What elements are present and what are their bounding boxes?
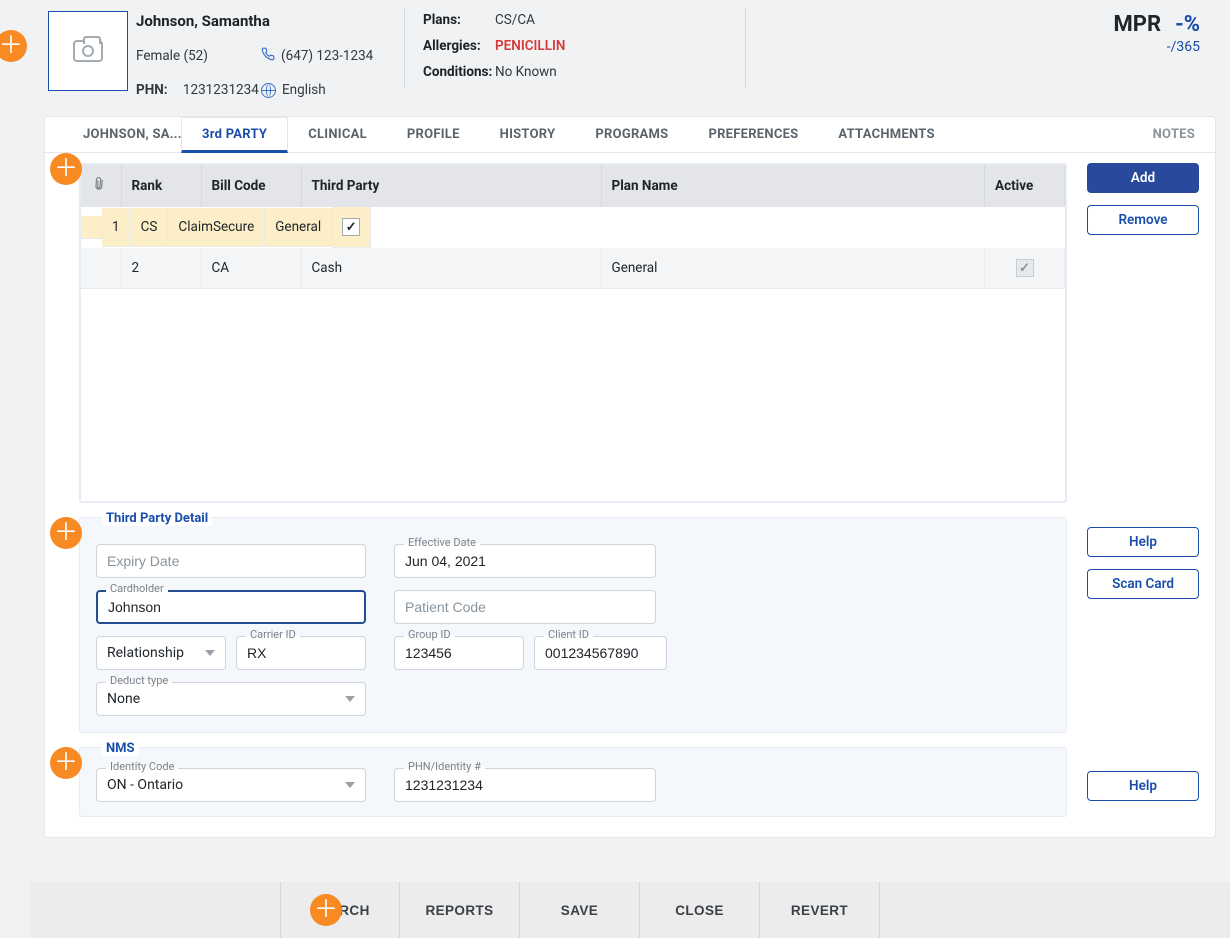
effective-date-field[interactable]: Effective Date	[394, 544, 656, 578]
client-id-field[interactable]: Client ID	[534, 636, 667, 670]
help-button[interactable]: Help	[1087, 771, 1199, 801]
tab-patient[interactable]: JOHNSON, SA...	[63, 117, 181, 152]
divider	[404, 8, 405, 88]
col-attachment	[81, 165, 121, 207]
patient-plans: Plans:CS/CA	[423, 12, 565, 28]
cell-billcode: CA	[201, 248, 301, 289]
cell-rank: 1	[102, 208, 131, 247]
patient-allergies: Allergies:PENICILLIN	[423, 38, 565, 54]
table-row[interactable]: 2 CA Cash General ✓	[81, 248, 1065, 289]
tab-notes[interactable]: NOTES	[1133, 117, 1215, 152]
deduct-type-select[interactable]: Deduct type None	[96, 682, 366, 716]
plus-icon-detail[interactable]: ＋	[50, 517, 82, 549]
third-party-detail-section: Third Party Detail Effective Date Cardho…	[79, 517, 1067, 733]
carrier-id-field[interactable]: Carrier ID	[236, 636, 366, 670]
phone-icon	[261, 47, 275, 65]
patient-header: Johnson, Samantha Female (52) (647) 123-…	[44, 8, 1230, 102]
chevron-down-icon	[345, 782, 355, 788]
phn-identity-field[interactable]: PHN/Identity #	[394, 768, 656, 802]
plus-icon-bottom[interactable]: ＋	[310, 894, 342, 926]
expiry-date-field[interactable]	[96, 544, 366, 578]
col-billcode[interactable]: Bill Code	[201, 165, 301, 207]
patient-photo-placeholder[interactable]	[48, 11, 128, 91]
tabs-bar: JOHNSON, SA... 3rd PARTY CLINICAL PROFIL…	[45, 117, 1215, 153]
cell-thirdparty: Cash	[301, 248, 601, 289]
nms-section: NMS Identity Code ON - Ontario PHN/Ident…	[79, 747, 1067, 817]
scan-card-button[interactable]: Scan Card	[1087, 569, 1199, 599]
active-checkbox: ✓	[1016, 259, 1034, 277]
cell-billcode: CS	[131, 208, 169, 247]
reports-button[interactable]: REPORTS	[400, 882, 520, 938]
tab-third-party[interactable]: 3rd PARTY	[181, 117, 288, 153]
col-active[interactable]: Active	[985, 165, 1065, 207]
bottom-toolbar: ＋ SEARCH REPORTS SAVE CLOSE REVERT	[30, 882, 1230, 938]
cell-plan: General	[265, 208, 332, 247]
chevron-down-icon	[205, 650, 215, 656]
patient-language: English	[261, 82, 386, 98]
active-checkbox[interactable]: ✓	[342, 218, 360, 236]
tab-history[interactable]: HISTORY	[480, 117, 576, 152]
cell-rank: 2	[121, 248, 201, 289]
revert-button[interactable]: REVERT	[760, 882, 880, 938]
save-button[interactable]: SAVE	[520, 882, 640, 938]
col-thirdparty[interactable]: Third Party	[301, 165, 601, 207]
cardholder-field[interactable]: Cardholder	[96, 590, 366, 624]
add-button[interactable]: Add	[1087, 163, 1199, 193]
group-id-field[interactable]: Group ID	[394, 636, 524, 670]
divider	[745, 8, 746, 88]
relationship-select[interactable]: Relationship	[96, 636, 226, 670]
mpr-block: MPR-% -/365	[1114, 8, 1200, 102]
patient-sex-age: Female (52)	[136, 47, 261, 65]
identity-code-select[interactable]: Identity Code ON - Ontario	[96, 768, 366, 802]
tab-clinical[interactable]: CLINICAL	[288, 117, 387, 152]
section-legend: Third Party Detail	[102, 511, 212, 526]
patient-conditions: Conditions:No Known	[423, 64, 565, 80]
chevron-down-icon	[345, 696, 355, 702]
remove-button[interactable]: Remove	[1087, 205, 1199, 235]
plus-icon-nms[interactable]: ＋	[50, 747, 82, 779]
close-button[interactable]: CLOSE	[640, 882, 760, 938]
patient-code-field[interactable]	[394, 590, 656, 624]
paperclip-icon	[87, 172, 108, 193]
patient-name: Johnson, Samantha	[136, 12, 386, 30]
third-party-table: Rank Bill Code Third Party Plan Name Act…	[79, 163, 1067, 503]
cell-plan: General	[601, 248, 985, 289]
patient-phn: PHN: 1231231234	[136, 82, 261, 98]
tab-profile[interactable]: PROFILE	[387, 117, 480, 152]
tab-programs[interactable]: PROGRAMS	[575, 117, 688, 152]
table-row[interactable]: 1 CS ClaimSecure General ✓	[81, 207, 121, 248]
globe-icon	[261, 83, 276, 98]
cell-thirdparty: ClaimSecure	[168, 208, 265, 247]
section-legend: NMS	[102, 741, 139, 756]
tab-preferences[interactable]: PREFERENCES	[688, 117, 818, 152]
patient-phone: (647) 123-1234	[261, 47, 386, 65]
help-button[interactable]: Help	[1087, 527, 1199, 557]
main-card: JOHNSON, SA... 3rd PARTY CLINICAL PROFIL…	[44, 116, 1216, 838]
col-plan[interactable]: Plan Name	[601, 165, 985, 207]
plus-icon-top[interactable]: ＋	[0, 30, 27, 62]
plus-icon-table[interactable]: ＋	[50, 153, 82, 185]
tab-attachments[interactable]: ATTACHMENTS	[818, 117, 954, 152]
col-rank[interactable]: Rank	[121, 165, 201, 207]
camera-icon	[73, 40, 103, 62]
